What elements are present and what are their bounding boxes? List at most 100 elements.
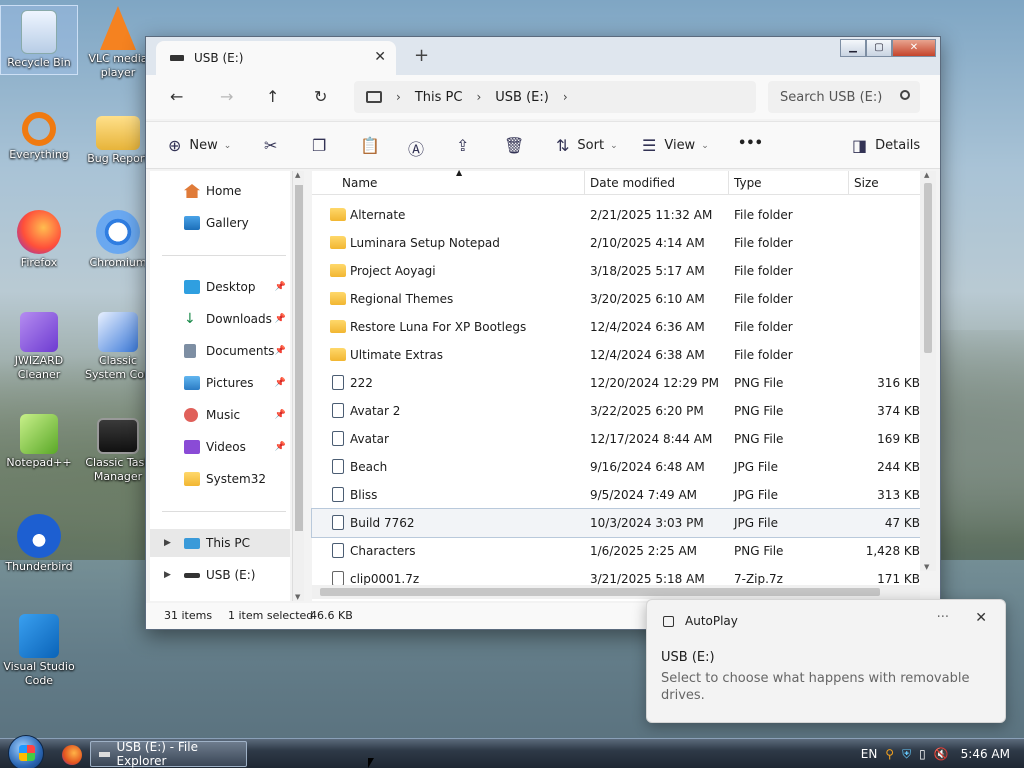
cut-button[interactable]: ✂ [264, 136, 285, 155]
sort-button[interactable]: ⇅ Sort ⌄ [556, 136, 618, 155]
details-button[interactable]: ◨ Details [852, 136, 920, 155]
column-name[interactable]: Name [342, 176, 377, 190]
scroll-down-arrow-icon[interactable]: ▼ [295, 593, 300, 601]
image-file-icon [332, 515, 344, 530]
notification-more-button[interactable]: ··· [937, 610, 949, 625]
sidebar-item-documents[interactable]: Documents 📌 [150, 337, 290, 365]
table-row[interactable]: Restore Luna For XP Bootlegs 12/4/2024 6:… [312, 313, 920, 341]
pin-icon[interactable]: 📌 [275, 378, 286, 388]
column-size[interactable]: Size [854, 176, 879, 190]
desktop-icon-jwizard[interactable]: JWIZARD Cleaner [1, 312, 77, 382]
table-row[interactable]: 222 12/20/2024 12:29 PM PNG File 316 KB [312, 369, 920, 397]
sidebar-item-pictures[interactable]: Pictures 📌 [150, 369, 290, 397]
file-list-scrollbar[interactable]: ▲ ▼ [920, 171, 936, 571]
sort-icon: ⇅ [556, 136, 570, 155]
chevron-right-icon[interactable]: ▶ [164, 570, 171, 580]
desktop-icon-everything[interactable]: Everything [1, 108, 77, 162]
desktop-icon-recycle-bin[interactable]: Recycle Bin [0, 5, 78, 75]
column-divider[interactable] [584, 171, 585, 195]
pin-icon[interactable]: 📌 [275, 410, 286, 420]
new-button[interactable]: ⊕ New ⌄ [168, 136, 231, 155]
search-input[interactable]: Search USB (E:) [768, 81, 920, 113]
pin-icon[interactable]: 📌 [275, 282, 286, 292]
up-arrow-icon[interactable]: ↑ [266, 87, 279, 106]
sidebar-item-this-pc[interactable]: ▶ This PC [150, 529, 290, 557]
pin-icon[interactable]: 📌 [275, 314, 286, 324]
column-divider[interactable] [728, 171, 729, 195]
back-arrow-icon[interactable]: ← [170, 87, 183, 106]
volume-muted-icon[interactable]: 🔇 [934, 747, 949, 761]
sidebar-item-music[interactable]: Music 📌 [150, 401, 290, 429]
forward-arrow-icon[interactable]: → [220, 87, 233, 106]
table-row[interactable]: Characters 1/6/2025 2:25 AM PNG File 1,428 … [312, 537, 920, 565]
pin-icon[interactable]: 📌 [275, 346, 286, 356]
everything-tray-icon[interactable]: ⚲ [885, 747, 894, 761]
sidebar-item-usb[interactable]: ▶ USB (E:) [150, 561, 290, 589]
usb-eject-icon[interactable]: ▯ [919, 747, 926, 761]
copy-button[interactable]: ❐ [312, 136, 334, 155]
rename-button[interactable]: Ⓐ [408, 136, 432, 160]
new-tab-button[interactable]: + [414, 45, 429, 66]
sidebar-item-gallery[interactable]: Gallery [150, 209, 290, 237]
scroll-up-arrow-icon[interactable]: ▲ [295, 171, 300, 179]
column-divider[interactable] [848, 171, 849, 195]
taskbar-file-explorer-button[interactable]: USB (E:) - File Explorer [90, 740, 247, 768]
language-indicator[interactable]: EN [861, 747, 878, 761]
sidebar-item-system32[interactable]: System32 [150, 465, 290, 493]
chevron-right-icon[interactable]: › [476, 90, 481, 104]
sidebar-scrollbar[interactable]: ▲ ▼ [292, 171, 304, 601]
delete-button[interactable]: 🗑 [504, 136, 532, 155]
pin-icon[interactable]: 📌 [275, 442, 286, 452]
file-list-scroll-thumb[interactable] [924, 183, 932, 353]
sidebar-item-videos[interactable]: Videos 📌 [150, 433, 290, 461]
table-row[interactable]: Beach 9/16/2024 6:48 AM JPG File 244 KB [312, 453, 920, 481]
security-shield-icon[interactable]: ⛨ [902, 747, 911, 762]
desktop-icon-firefox[interactable]: Firefox [1, 210, 77, 270]
chevron-right-icon[interactable]: ▶ [164, 538, 171, 548]
column-date-modified[interactable]: Date modified [590, 176, 675, 190]
close-button[interactable]: ✕ [892, 39, 936, 57]
notification-close-icon[interactable]: ✕ [975, 610, 987, 626]
desktop-icon-thunderbird[interactable]: Thunderbird [1, 514, 77, 574]
view-button[interactable]: ☰ View ⌄ [642, 136, 709, 155]
column-type[interactable]: Type [734, 176, 762, 190]
table-row[interactable]: Bliss 9/5/2024 7:49 AM JPG File 313 KB [312, 481, 920, 509]
chevron-right-icon[interactable]: › [563, 90, 568, 104]
horizontal-scrollbar[interactable] [312, 585, 920, 599]
file-date: 3/18/2025 5:17 AM [590, 264, 705, 278]
desktop-icon-notepadpp[interactable]: Notepad++ [1, 414, 77, 470]
sidebar-item-home[interactable]: Home [150, 177, 290, 205]
sidebar-scroll-thumb[interactable] [295, 185, 303, 531]
table-row[interactable]: Avatar 12/17/2024 8:44 AM PNG File 169 KB [312, 425, 920, 453]
scroll-down-arrow-icon[interactable]: ▼ [924, 563, 929, 571]
start-button[interactable] [8, 735, 44, 768]
breadcrumb-this-pc[interactable]: This PC [415, 90, 463, 105]
horizontal-scroll-thumb[interactable] [320, 588, 880, 596]
table-row[interactable]: Project Aoyagi 3/18/2025 5:17 AM File fold… [312, 257, 920, 285]
tab-close-icon[interactable]: ✕ [374, 49, 386, 65]
desktop-icon-vscode[interactable]: Visual Studio Code [1, 614, 77, 688]
table-row[interactable]: Luminara Setup Notepad 2/10/2025 4:14 AM F… [312, 229, 920, 257]
breadcrumb-usb[interactable]: USB (E:) [495, 90, 549, 105]
table-row[interactable]: Build 7762 10/3/2024 3:03 PM JPG File 47 KB [311, 508, 921, 538]
scroll-up-arrow-icon[interactable]: ▲ [924, 171, 929, 179]
more-options-button[interactable]: ••• [738, 136, 763, 151]
sidebar-item-desktop[interactable]: Desktop 📌 [150, 273, 290, 301]
table-row[interactable]: Regional Themes 3/20/2025 6:10 AM File fol… [312, 285, 920, 313]
share-button[interactable]: ⇪ [456, 136, 477, 155]
title-bar[interactable]: USB (E:) ✕ + ▁ ▢ ✕ [146, 37, 940, 75]
tab-usb[interactable]: USB (E:) ✕ [156, 41, 396, 75]
address-bar[interactable]: › This PC › USB (E:) › [354, 81, 756, 113]
table-row[interactable]: Alternate 2/21/2025 11:32 AM File folder [312, 201, 920, 229]
maximize-button[interactable]: ▢ [866, 39, 892, 57]
taskbar-firefox-icon[interactable] [62, 745, 82, 765]
table-row[interactable]: Avatar 2 3/22/2025 6:20 PM PNG File 374 KB [312, 397, 920, 425]
table-row[interactable]: Ultimate Extras 12/4/2024 6:38 AM File fol… [312, 341, 920, 369]
chevron-right-icon[interactable]: › [396, 90, 401, 104]
refresh-icon[interactable]: ↻ [314, 87, 327, 106]
clock[interactable]: 5:46 AM [961, 747, 1010, 761]
autoplay-notification[interactable]: AutoPlay ··· ✕ USB (E:) Select to choose… [646, 599, 1006, 723]
minimize-button[interactable]: ▁ [840, 39, 866, 57]
paste-button[interactable]: 📋 [360, 136, 388, 155]
sidebar-item-downloads[interactable]: ↓ Downloads 📌 [150, 305, 290, 333]
